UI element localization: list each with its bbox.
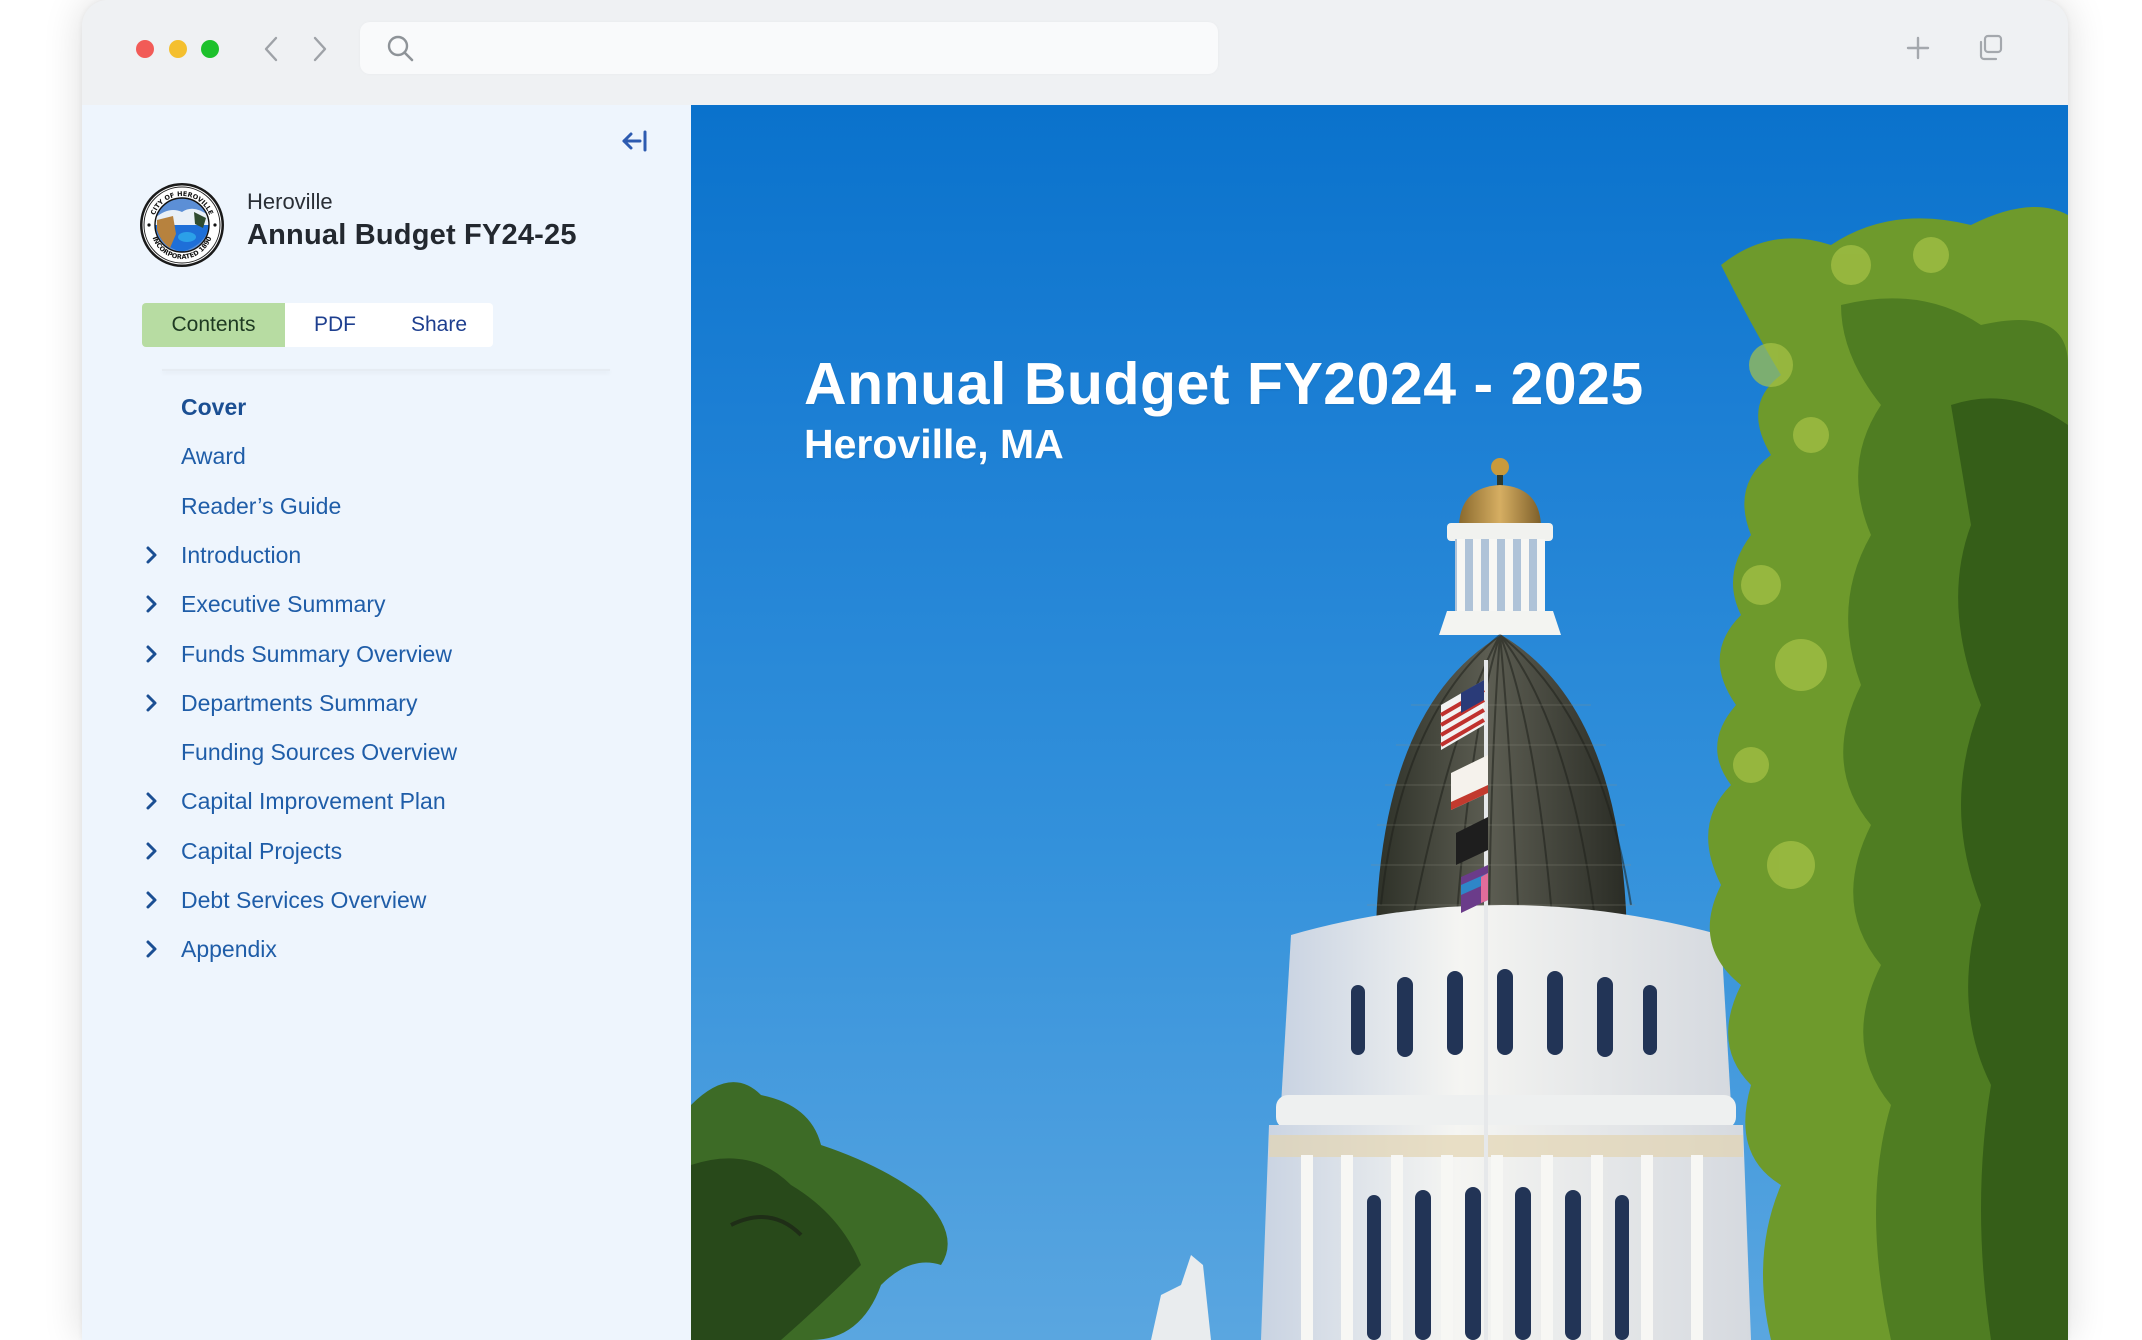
forward-button[interactable] <box>305 33 333 65</box>
toc-item-award[interactable]: Award <box>82 434 642 478</box>
left-tree <box>691 1082 948 1340</box>
toc-item-label: Departments Summary <box>181 689 418 716</box>
toc-item-label: Award <box>181 443 246 470</box>
sidebar-tabs: Contents PDF Share <box>142 303 493 347</box>
toc-item-label: Capital Improvement Plan <box>181 788 446 815</box>
toc-item-label: Appendix <box>181 936 277 963</box>
toc-item-label: Executive Summary <box>181 591 386 618</box>
browser-window: CITY OF HEROVILLE INCORPORATED 1890 Hero… <box>82 0 2068 1340</box>
toc-item-funds-summary-overview[interactable]: Funds Summary Overview <box>82 632 642 676</box>
toc-item-reader-s-guide[interactable]: Reader’s Guide <box>82 484 642 528</box>
lantern-cap <box>1459 485 1541 525</box>
toc-item-capital-improvement-plan[interactable]: Capital Improvement Plan <box>82 779 642 823</box>
toc-item-label: Funds Summary Overview <box>181 640 452 667</box>
toc-item-introduction[interactable]: Introduction <box>82 533 642 577</box>
toc-item-label: Funding Sources Overview <box>181 739 458 766</box>
dome-finial <box>1491 458 1509 476</box>
close-window-button[interactable] <box>136 40 154 58</box>
capitol-dome-illustration <box>691 207 2068 1340</box>
maximize-window-button[interactable] <box>201 40 219 58</box>
toc-item-label: Introduction <box>181 541 302 568</box>
toc-item-cover[interactable]: Cover <box>82 385 642 429</box>
cover-subtitle: Heroville, MA <box>804 421 1064 468</box>
dome-drum-lower <box>1261 1125 1751 1340</box>
tab-contents[interactable]: Contents <box>142 303 285 347</box>
tab-pdf[interactable]: PDF <box>285 303 385 347</box>
minimize-window-button[interactable] <box>169 40 187 58</box>
toc-item-label: Debt Services Overview <box>181 887 427 913</box>
toc-item-label: Capital Projects <box>181 837 343 864</box>
chevron-right-icon[interactable] <box>144 644 160 664</box>
collapse-sidebar-icon <box>622 130 647 152</box>
chevron-right-icon[interactable] <box>144 693 160 713</box>
chevron-left-icon <box>264 36 278 62</box>
browser-titlebar <box>82 0 2068 105</box>
chevron-right-icon <box>313 36 327 62</box>
sidebar: CITY OF HEROVILLE INCORPORATED 1890 Hero… <box>82 105 691 1340</box>
toc-item-executive-summary[interactable]: Executive Summary <box>82 582 642 626</box>
cover-title: Annual Budget FY2024 - 2025 <box>804 350 1644 417</box>
sidebar-divider <box>162 369 610 371</box>
document-title: Annual Budget FY24-25 <box>247 219 577 251</box>
organization-name: Heroville <box>247 189 333 214</box>
new-tab-button[interactable] <box>1902 32 1934 64</box>
chevron-right-icon[interactable] <box>144 890 160 910</box>
search-icon <box>387 35 414 62</box>
toc-item-label: Reader’s Guide <box>181 492 342 519</box>
lantern-columns <box>1455 539 1545 611</box>
tabs-overview-icon <box>1979 34 2003 61</box>
chevron-right-icon[interactable] <box>144 594 160 614</box>
tabs-overview-button[interactable] <box>1974 32 2006 64</box>
chevron-right-icon[interactable] <box>144 545 160 565</box>
tab-share[interactable]: Share <box>385 303 493 347</box>
toc-item-label: Cover <box>181 394 247 420</box>
chevron-right-icon[interactable] <box>144 939 160 959</box>
address-input[interactable] <box>424 22 1208 76</box>
toc-item-appendix[interactable]: Appendix <box>82 927 642 971</box>
right-tree <box>1708 207 2068 1340</box>
toc-item-debt-services-overview[interactable]: Debt Services Overview <box>82 878 642 922</box>
city-seal-logo: CITY OF HEROVILLE INCORPORATED 1890 <box>140 183 224 267</box>
chevron-right-icon[interactable] <box>144 841 160 861</box>
toc-item-funding-sources-overview[interactable]: Funding Sources Overview <box>82 730 642 774</box>
back-button[interactable] <box>258 33 286 65</box>
collapse-sidebar-button[interactable] <box>620 127 650 155</box>
plus-icon <box>1906 36 1930 60</box>
toc-item-capital-projects[interactable]: Capital Projects <box>82 829 642 873</box>
chevron-right-icon[interactable] <box>144 791 160 811</box>
address-bar[interactable] <box>360 22 1218 76</box>
toc-item-departments-summary[interactable]: Departments Summary <box>82 681 642 725</box>
statue <box>1151 1255 1211 1340</box>
cover-image: Annual Budget FY2024 - 2025 Heroville, M… <box>691 105 2068 1340</box>
